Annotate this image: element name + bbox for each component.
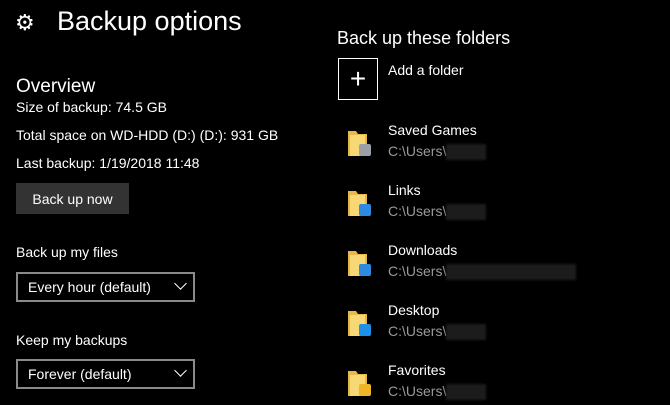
folder-path: C:\Users\ xyxy=(388,323,487,341)
retention-label: Keep my backups xyxy=(16,332,128,348)
last-backup: Last backup: 1/19/2018 11:48 xyxy=(16,155,200,171)
folder-path: C:\Users\ xyxy=(388,143,487,161)
folder-path: C:\Users\ xyxy=(388,383,487,401)
add-folder-button[interactable]: + xyxy=(338,58,378,100)
total-space: Total space on WD-HDD (D:) (D:): 931 GB xyxy=(16,127,279,143)
folder-path-text: C:\Users\ xyxy=(388,323,447,339)
chevron-down-icon xyxy=(174,277,187,290)
redacted-username xyxy=(446,204,487,221)
folder-path: C:\Users\ xyxy=(388,263,577,281)
folder-icon xyxy=(347,248,371,276)
chevron-down-icon xyxy=(174,364,187,377)
folder-icon xyxy=(347,308,371,336)
folder-path-text: C:\Users\ xyxy=(388,263,447,279)
folder-path-text: C:\Users\ xyxy=(388,203,447,219)
folders-heading: Back up these folders xyxy=(337,28,511,48)
folder-icon xyxy=(347,128,371,156)
page-title: Backup options xyxy=(57,6,242,36)
redacted-username xyxy=(446,264,577,281)
folder-name: Desktop xyxy=(388,302,440,318)
gear-icon: ⚙ xyxy=(15,10,35,35)
overview-heading: Overview xyxy=(16,76,96,97)
frequency-value: Every hour (default) xyxy=(28,279,151,295)
redacted-username xyxy=(446,384,487,401)
plus-icon: + xyxy=(349,63,367,94)
backup-size: Size of backup: 74.5 GB xyxy=(16,99,167,115)
folder-name: Favorites xyxy=(388,362,446,378)
add-folder-label[interactable]: Add a folder xyxy=(388,62,464,78)
folder-name: Saved Games xyxy=(388,122,477,138)
retention-value: Forever (default) xyxy=(28,366,132,382)
folder-icon xyxy=(347,368,371,396)
folder-path: C:\Users\ xyxy=(388,203,487,221)
frequency-dropdown[interactable]: Every hour (default) xyxy=(16,272,195,302)
redacted-username xyxy=(446,324,487,341)
folder-icon xyxy=(347,188,371,216)
folder-path-text: C:\Users\ xyxy=(388,383,447,399)
frequency-label: Back up my files xyxy=(16,244,118,260)
folder-path-text: C:\Users\ xyxy=(388,143,447,159)
folder-name: Links xyxy=(388,182,421,198)
redacted-username xyxy=(446,144,487,161)
retention-dropdown[interactable]: Forever (default) xyxy=(16,359,195,389)
folder-name: Downloads xyxy=(388,242,458,258)
back-up-now-button[interactable]: Back up now xyxy=(16,183,129,214)
